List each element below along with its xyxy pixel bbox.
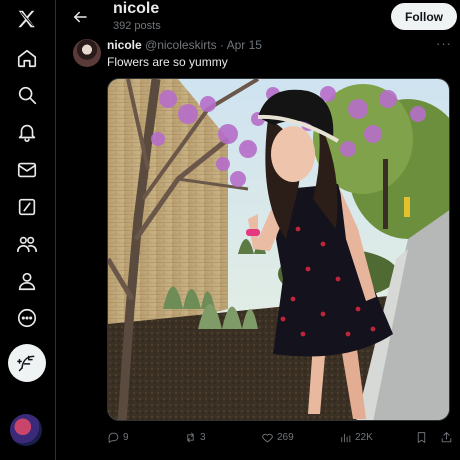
photo-illustration bbox=[108, 79, 449, 420]
notifications-icon[interactable] bbox=[14, 119, 40, 145]
account-avatar[interactable] bbox=[10, 414, 42, 446]
search-icon[interactable] bbox=[14, 82, 40, 108]
back-button[interactable] bbox=[69, 6, 91, 28]
communities-icon[interactable] bbox=[14, 231, 40, 257]
tweet-photo[interactable] bbox=[107, 78, 450, 421]
heart-icon bbox=[262, 433, 273, 443]
back-arrow-icon bbox=[74, 11, 87, 23]
post-count: 392 posts bbox=[113, 20, 161, 32]
repost-count: 3 bbox=[200, 432, 206, 443]
tweet-separator: · bbox=[219, 38, 224, 52]
tweet-actions: 9 3 269 22K bbox=[107, 431, 457, 447]
messages-icon[interactable] bbox=[14, 157, 40, 183]
sidebar bbox=[0, 0, 56, 460]
reply-count: 9 bbox=[123, 432, 129, 443]
x-logo-icon[interactable] bbox=[14, 6, 40, 32]
page-title: nicole bbox=[113, 0, 160, 17]
reply-icon bbox=[108, 432, 119, 443]
view-count: 22K bbox=[355, 432, 373, 443]
tweet-author-name[interactable]: nicole bbox=[107, 38, 142, 52]
views-chart-icon bbox=[341, 433, 351, 443]
repost-icon bbox=[187, 432, 194, 443]
like-button[interactable]: 269 bbox=[261, 431, 294, 444]
follow-button[interactable]: Follow bbox=[391, 3, 457, 30]
bookmark-button[interactable] bbox=[415, 431, 428, 444]
repost-button[interactable]: 3 bbox=[184, 431, 206, 444]
grok-icon[interactable] bbox=[14, 194, 40, 220]
post-button[interactable] bbox=[8, 344, 46, 382]
feather-icon bbox=[17, 355, 35, 372]
bookmark-icon bbox=[417, 432, 426, 443]
tweet-text: Flowers are so yummy bbox=[107, 55, 228, 69]
tweet-author-avatar[interactable] bbox=[73, 39, 101, 67]
tweet-header: nicole @nicoleskirts · Apr 15 bbox=[107, 38, 262, 52]
profile-header: nicole 392 posts Follow bbox=[57, 0, 460, 36]
tweet-more-button[interactable]: ··· bbox=[436, 36, 452, 51]
like-count: 269 bbox=[277, 432, 294, 443]
tweet-author-handle[interactable]: @nicoleskirts bbox=[145, 38, 217, 52]
tweet-date[interactable]: Apr 15 bbox=[227, 38, 262, 52]
more-icon[interactable] bbox=[14, 305, 40, 331]
views-button[interactable]: 22K bbox=[339, 431, 373, 444]
share-icon bbox=[441, 432, 452, 443]
reply-button[interactable]: 9 bbox=[107, 431, 129, 444]
home-icon[interactable] bbox=[14, 45, 40, 71]
profile-icon[interactable] bbox=[14, 268, 40, 294]
share-button[interactable] bbox=[440, 431, 453, 444]
